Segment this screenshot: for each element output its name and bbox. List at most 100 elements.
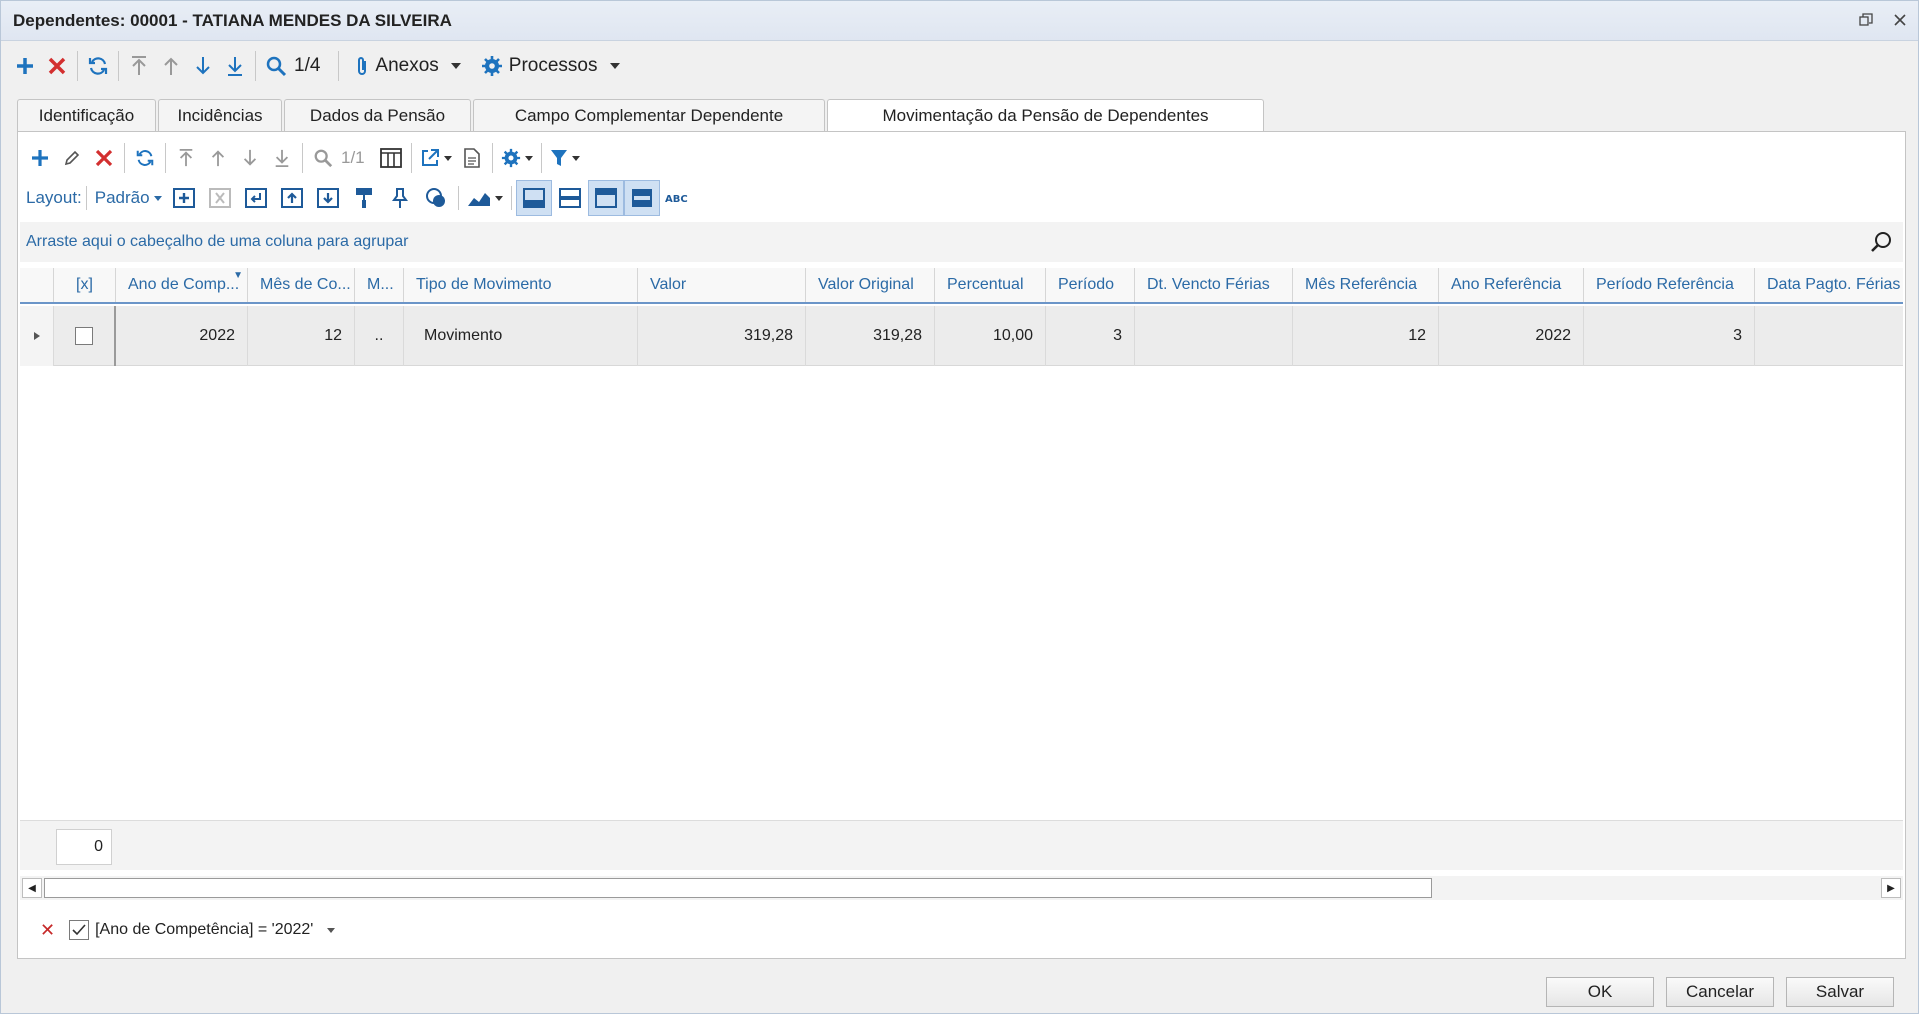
group-footer-button[interactable] bbox=[552, 180, 588, 216]
column-header-mes-competencia[interactable]: Mês de Co... bbox=[248, 268, 355, 302]
pencil-icon bbox=[64, 150, 80, 166]
first-record-button[interactable] bbox=[123, 49, 155, 83]
column-header-valor-original[interactable]: Valor Original bbox=[806, 268, 935, 302]
column-header-m[interactable]: M... bbox=[355, 268, 404, 302]
cancel-button[interactable]: Cancelar bbox=[1666, 977, 1774, 1007]
cell-tipo-movimento[interactable]: Movimento bbox=[404, 306, 638, 366]
save-layout-button[interactable] bbox=[238, 180, 274, 216]
grid-record-counter: 1/1 bbox=[341, 148, 365, 167]
scroll-left-icon[interactable]: ◀ bbox=[22, 878, 42, 898]
columns-button[interactable] bbox=[375, 141, 407, 175]
import-layout-button[interactable] bbox=[274, 180, 310, 216]
toolbar-separator bbox=[491, 143, 493, 173]
add-button[interactable] bbox=[9, 49, 41, 83]
report-button[interactable] bbox=[456, 141, 488, 175]
refresh-button[interactable] bbox=[82, 49, 114, 83]
grid-gear-button[interactable] bbox=[497, 141, 537, 175]
group-by-panel[interactable]: Arraste aqui o cabeçalho de uma coluna p… bbox=[20, 222, 1903, 262]
cell-mes-referencia[interactable]: 12 bbox=[1293, 306, 1439, 366]
grid-search-icon[interactable] bbox=[1869, 230, 1893, 259]
column-header-periodo-referencia[interactable]: Período Referência bbox=[1584, 268, 1755, 302]
remove-layout-button[interactable] bbox=[202, 180, 238, 216]
export-button[interactable] bbox=[416, 141, 456, 175]
table-row[interactable]: 2022 12 .. Movimento 319,28 319,28 10,00… bbox=[20, 306, 1903, 366]
column-header-mes-referencia[interactable]: Mês Referência bbox=[1293, 268, 1439, 302]
column-header-percentual[interactable]: Percentual bbox=[935, 268, 1046, 302]
delete-button[interactable] bbox=[41, 49, 73, 83]
next-record-button[interactable] bbox=[187, 49, 219, 83]
shapes-button[interactable] bbox=[418, 180, 454, 216]
chevron-down-icon bbox=[609, 63, 620, 69]
chart-button[interactable] bbox=[463, 180, 507, 216]
processos-button[interactable]: Processos bbox=[465, 49, 624, 83]
tab-incidencias[interactable]: Incidências bbox=[158, 99, 282, 131]
layout-select[interactable]: Padrão bbox=[91, 188, 166, 208]
spellcheck-button[interactable]: ABC bbox=[660, 180, 696, 216]
grid-previous-button[interactable] bbox=[202, 141, 234, 175]
column-header-dt-vencto-ferias[interactable]: Dt. Vencto Férias bbox=[1135, 268, 1293, 302]
cell-ano-competencia[interactable]: 2022 bbox=[116, 306, 248, 366]
previous-record-button[interactable] bbox=[155, 49, 187, 83]
group-panel-button[interactable] bbox=[623, 180, 660, 216]
cell-periodo-referencia[interactable]: 3 bbox=[1584, 306, 1755, 366]
grid-edit-button[interactable] bbox=[56, 141, 88, 175]
cell-periodo[interactable]: 3 bbox=[1046, 306, 1135, 366]
filter-button[interactable] bbox=[546, 141, 584, 175]
grid-add-button[interactable] bbox=[24, 141, 56, 175]
add-layout-button[interactable] bbox=[166, 180, 202, 216]
pin-button[interactable] bbox=[382, 180, 418, 216]
restore-icon[interactable] bbox=[1856, 10, 1876, 30]
tab-identificacao[interactable]: Identificação bbox=[17, 99, 156, 131]
area-chart-icon bbox=[467, 193, 490, 206]
clear-filter-icon[interactable]: ✕ bbox=[40, 920, 55, 941]
tab-dados-da-pensao[interactable]: Dados da Pensão bbox=[284, 99, 471, 131]
column-header-label: Tipo de Movimento bbox=[416, 276, 552, 293]
chevron-down-icon[interactable] bbox=[327, 927, 336, 933]
header-toggle-button[interactable] bbox=[587, 180, 624, 216]
header-panel-icon bbox=[594, 188, 617, 208]
column-header-valor[interactable]: Valor bbox=[638, 268, 806, 302]
cell-valor-original[interactable]: 319,28 bbox=[806, 306, 935, 366]
cell-data-pagto-ferias[interactable] bbox=[1755, 306, 1903, 366]
row-checkbox[interactable] bbox=[75, 327, 93, 345]
cell-valor[interactable]: 319,28 bbox=[638, 306, 806, 366]
close-icon[interactable] bbox=[1890, 10, 1910, 30]
footer-toggle-button[interactable] bbox=[515, 180, 552, 216]
column-header-tipo-movimento[interactable]: Tipo de Movimento bbox=[404, 268, 638, 302]
export-layout-button[interactable] bbox=[310, 180, 346, 216]
title-bar: Dependentes: 00001 - TATIANA MENDES DA S… bbox=[1, 1, 1918, 41]
column-header-periodo[interactable]: Período bbox=[1046, 268, 1135, 302]
column-header-ano-referencia[interactable]: Ano Referência bbox=[1439, 268, 1584, 302]
tab-campo-complementar[interactable]: Campo Complementar Dependente bbox=[473, 99, 825, 131]
grid-first-button[interactable] bbox=[170, 141, 202, 175]
filter-expression[interactable]: [Ano de Competência] = '2022' bbox=[95, 921, 313, 939]
scrollbar-thumb[interactable] bbox=[44, 878, 1432, 898]
cell-mes-competencia[interactable]: 12 bbox=[248, 306, 355, 366]
cell-m[interactable]: .. bbox=[355, 306, 404, 366]
filter-enabled-checkbox[interactable] bbox=[69, 920, 90, 940]
horizontal-scrollbar[interactable]: ◀ ▶ bbox=[20, 876, 1903, 900]
search-button[interactable] bbox=[260, 49, 292, 83]
ok-button[interactable]: OK bbox=[1546, 977, 1654, 1007]
save-button[interactable]: Salvar bbox=[1786, 977, 1894, 1007]
layout-toolbar: Layout: Padrão ABC bbox=[24, 180, 696, 216]
cell-ano-referencia[interactable]: 2022 bbox=[1439, 306, 1584, 366]
column-header-data-pagto-ferias[interactable]: Data Pagto. Férias bbox=[1755, 268, 1903, 302]
grid-last-button[interactable] bbox=[266, 141, 298, 175]
delete-icon bbox=[48, 57, 66, 75]
format-painter-button[interactable] bbox=[346, 180, 382, 216]
row-expand-icon[interactable] bbox=[20, 306, 54, 366]
grid-next-button[interactable] bbox=[234, 141, 266, 175]
footer-panel-icon bbox=[522, 188, 545, 208]
column-header-select[interactable]: [x] bbox=[54, 268, 116, 302]
grid-refresh-button[interactable] bbox=[129, 141, 161, 175]
cell-percentual[interactable]: 10,00 bbox=[935, 306, 1046, 366]
grid-delete-button[interactable] bbox=[88, 141, 120, 175]
scroll-right-icon[interactable]: ▶ bbox=[1881, 878, 1901, 898]
grid-search-button[interactable] bbox=[307, 141, 339, 175]
column-header-ano-competencia[interactable]: Ano de Comp... ▼ bbox=[116, 268, 248, 302]
tab-movimentacao-pensao[interactable]: Movimentação da Pensão de Dependentes bbox=[827, 99, 1264, 132]
cell-dt-vencto-ferias[interactable] bbox=[1135, 306, 1293, 366]
last-record-button[interactable] bbox=[219, 49, 251, 83]
anexos-button[interactable]: Anexos bbox=[343, 49, 464, 83]
